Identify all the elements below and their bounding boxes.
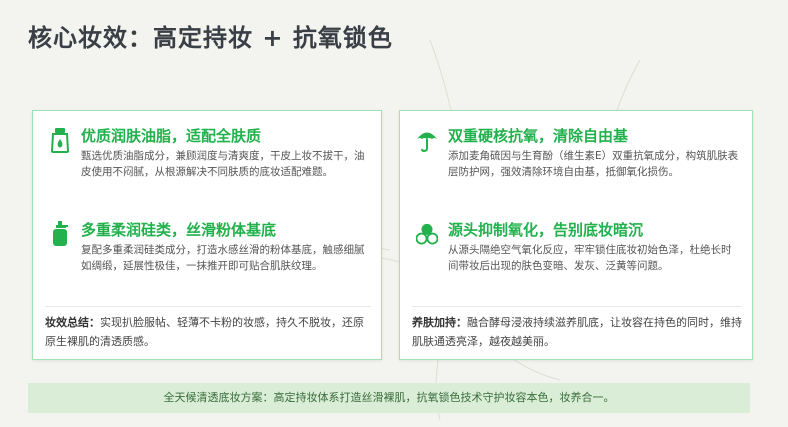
- feature-description: 复配多重柔润硅类成分，打造水感丝滑的粉体基底，触感细腻如绸缎，延展性极佳，一抹推…: [81, 244, 365, 272]
- summary-label: 妆效总结：: [45, 316, 100, 329]
- right-feature-card: 双重硬核抗氧，清除自由基 添加麦角硫因与生育酚（维生素E）双重抗氧成分，构筑肌肤…: [399, 110, 753, 360]
- feature-heading: 双重硬核抗氧，清除自由基: [448, 127, 629, 145]
- lotion-tube-icon: [50, 128, 70, 153]
- pump-bottle-icon: [53, 221, 68, 246]
- feature-description: 甄选优质油脂成分，兼顾润度与清爽度，干皮上妆不拔干，油皮使用不闷腻，从根源解决不…: [81, 150, 365, 178]
- molecule-cluster-icon: [416, 223, 438, 245]
- bottom-banner: 全天候清透底妆方案：高定持妆体系打造丝滑裸肌，抗氧锁色技术守护妆容本色，妆养合一…: [28, 383, 750, 413]
- summary-label: 养肤加持：: [412, 316, 467, 329]
- feature-description: 添加麦角硫因与生育酚（维生素E）双重抗氧成分，构筑肌肤表层防护网，强效清除环境自…: [448, 150, 739, 178]
- card-summary: 养肤加持：融合酵母浸液持续滋养肌底，让妆容在持色的同时，维持肌肤通透亮泽，越夜越…: [412, 306, 742, 351]
- umbrella-icon: [417, 132, 437, 153]
- feature-heading: 多重柔润硅类，丝滑粉体基底: [81, 221, 277, 239]
- feature-heading: 源头抑制氧化，告别底妆暗沉: [448, 221, 644, 239]
- feature-description: 从源头隔绝空气氧化反应，牢牢锁住底妆初始色泽，杜绝长时间带妆后出现的肤色变暗、发…: [448, 244, 732, 272]
- card-summary: 妆效总结：实现扒脸服帖、轻薄不卡粉的妆感，持久不脱妆，还原原生裸肌的清透质感。: [45, 306, 371, 351]
- left-feature-card: 优质润肤油脂，适配全肤质 甄选优质油脂成分，兼顾润度与清爽度，干皮上妆不拔干，油…: [32, 110, 382, 360]
- page-title: 核心妆效：高定持妆 + 抗氧锁色: [28, 24, 393, 52]
- feature-heading: 优质润肤油脂，适配全肤质: [81, 127, 262, 145]
